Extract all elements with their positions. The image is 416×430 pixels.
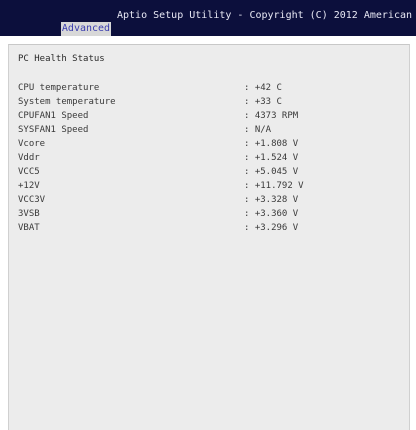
- row-vcore: Vcore : +1.808 V: [9, 139, 409, 153]
- tab-advanced[interactable]: Advanced: [61, 22, 111, 36]
- row-12v: +12V : +11.792 V: [9, 181, 409, 195]
- row-value: : +5.045 V: [244, 167, 299, 177]
- row-value: : 4373 RPM: [244, 111, 299, 121]
- row-sysfan1-speed: SYSFAN1 Speed : N/A: [9, 125, 409, 139]
- row-value: : N/A: [244, 125, 272, 135]
- row-cpufan1-speed: CPUFAN1 Speed : 4373 RPM: [9, 111, 409, 125]
- row-value: : +3.328 V: [244, 195, 299, 205]
- row-label: Vddr: [18, 153, 40, 163]
- row-vddr: Vddr : +1.524 V: [9, 153, 409, 167]
- row-label: 3VSB: [18, 209, 40, 219]
- row-3vsb: 3VSB : +3.360 V: [9, 209, 409, 223]
- section-title: PC Health Status: [18, 54, 105, 64]
- row-value: : +3.296 V: [244, 223, 299, 233]
- row-label: CPU temperature: [18, 83, 100, 93]
- row-vcc3v: VCC3V : +3.328 V: [9, 195, 409, 209]
- row-cpu-temperature: CPU temperature : +42 C: [9, 83, 409, 97]
- row-system-temperature: System temperature : +33 C: [9, 97, 409, 111]
- row-label: SYSFAN1 Speed: [18, 125, 89, 135]
- row-label: CPUFAN1 Speed: [18, 111, 89, 121]
- row-value: : +42 C: [244, 83, 282, 93]
- row-value: : +1.808 V: [244, 139, 299, 149]
- row-vcc5: VCC5 : +5.045 V: [9, 167, 409, 181]
- row-label: VCC3V: [18, 195, 46, 205]
- main-panel: PC Health Status CPU temperature : +42 C…: [8, 44, 410, 430]
- row-label: VCC5: [18, 167, 40, 177]
- row-value: : +33 C: [244, 97, 282, 107]
- title-bar: Aptio Setup Utility - Copyright (C) 2012…: [0, 0, 416, 36]
- row-label: System temperature: [18, 97, 116, 107]
- row-value: : +11.792 V: [244, 181, 304, 191]
- app-title: Aptio Setup Utility - Copyright (C) 2012…: [117, 10, 416, 21]
- row-label: VBAT: [18, 223, 40, 233]
- row-value: : +3.360 V: [244, 209, 299, 219]
- row-label: Vcore: [18, 139, 46, 149]
- row-value: : +1.524 V: [244, 153, 299, 163]
- row-label: +12V: [18, 181, 40, 191]
- row-vbat: VBAT : +3.296 V: [9, 223, 409, 237]
